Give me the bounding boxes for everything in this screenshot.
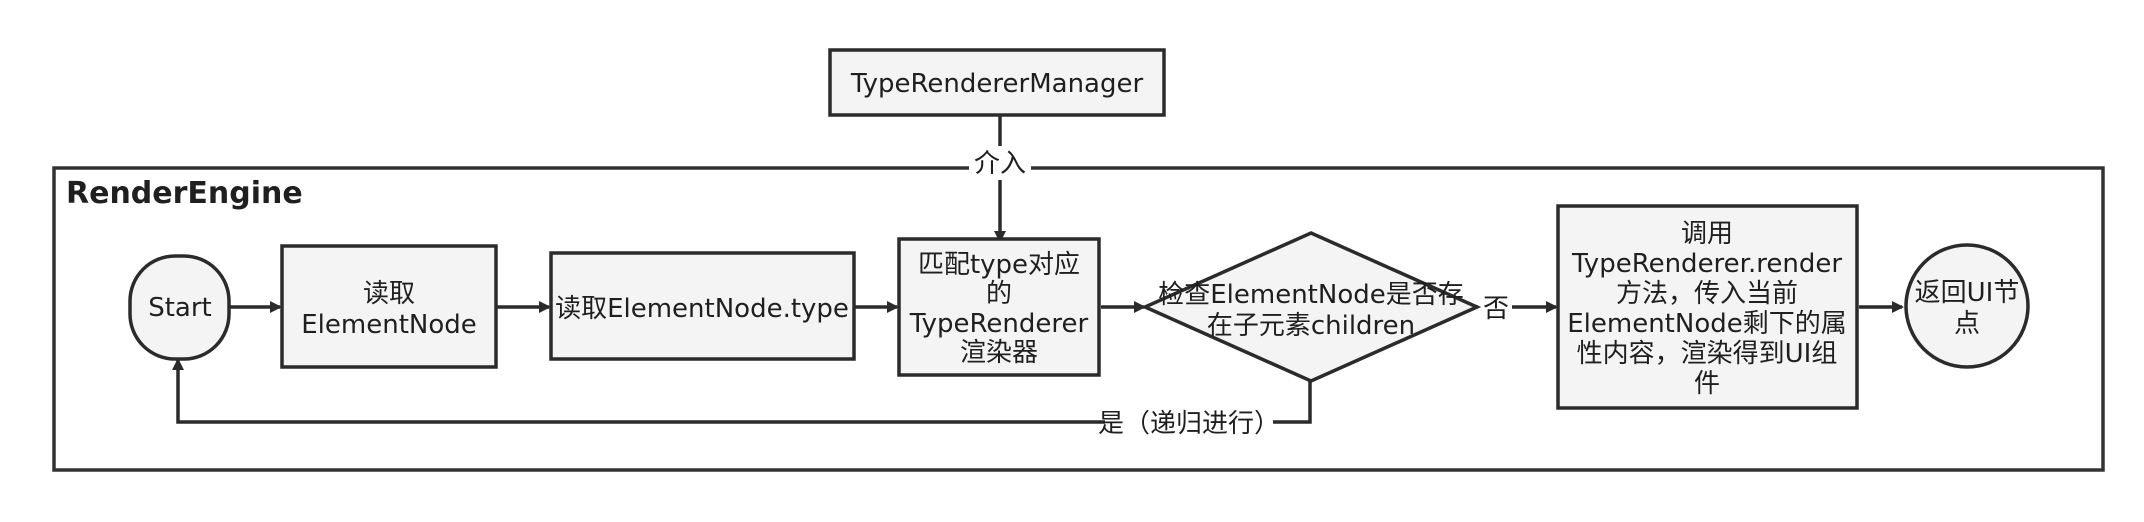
node-label-return-1: 返回UI节 [1915,278,2020,308]
node-call-render: 调用 TypeRenderer.render 方法，传入当前 ElementNo… [1556,204,1859,410]
node-label-render-3: 方法，传入当前 [1616,279,1798,309]
node-label-render-2: TypeRenderer.render [1571,249,1842,279]
node-label-render-1: 调用 [1681,219,1733,249]
node-label-check-2: 在子元素children [1207,311,1415,341]
edge-label-intervene: 介入 [974,149,1026,179]
node-read-type: 读取ElementNode.type [549,251,856,361]
flowchart-canvas: RenderEngine 介入 否 是（递归进行） TypeRendererMa… [0,0,2144,517]
node-label-render-6: 件 [1694,369,1720,399]
flowchart-svg: RenderEngine 介入 否 是（递归进行） TypeRendererMa… [52,48,2105,472]
node-label-check-1: 检查ElementNode是否存 [1158,280,1464,310]
node-read-element: 读取 ElementNode [280,244,498,369]
node-return-ui: 返回UI节 点 [1904,243,2030,369]
node-label-start: Start [148,293,212,323]
node-label-match-1: 匹配type对应 [918,250,1080,280]
node-label-read-element-2: ElementNode [301,310,477,340]
node-check-children: 检查ElementNode是否存 在子元素children [1140,231,1482,383]
node-label-match-4: 渲染器 [960,338,1038,368]
node-label-read-type: 读取ElementNode.type [555,294,849,324]
node-label-render-4: ElementNode剩下的属 [1567,309,1847,339]
node-label-match-2: 的 [986,279,1012,309]
node-label-render-5: 性内容，渲染得到UI组 [1577,339,1838,369]
node-start: Start [128,254,231,361]
container-title: RenderEngine [66,176,303,211]
node-type-renderer-manager: TypeRendererManager [828,48,1166,117]
edge-label-yes-recursive: 是（递归进行） [1098,409,1280,439]
edge-label-no: 否 [1483,294,1509,324]
node-match-renderer: 匹配type对应 的 TypeRenderer 渲染器 [897,237,1101,377]
node-label-manager: TypeRendererManager [850,69,1144,99]
node-label-return-2: 点 [1954,309,1980,339]
node-label-read-element-1: 读取 [363,279,415,309]
node-label-match-3: TypeRenderer [909,309,1089,339]
